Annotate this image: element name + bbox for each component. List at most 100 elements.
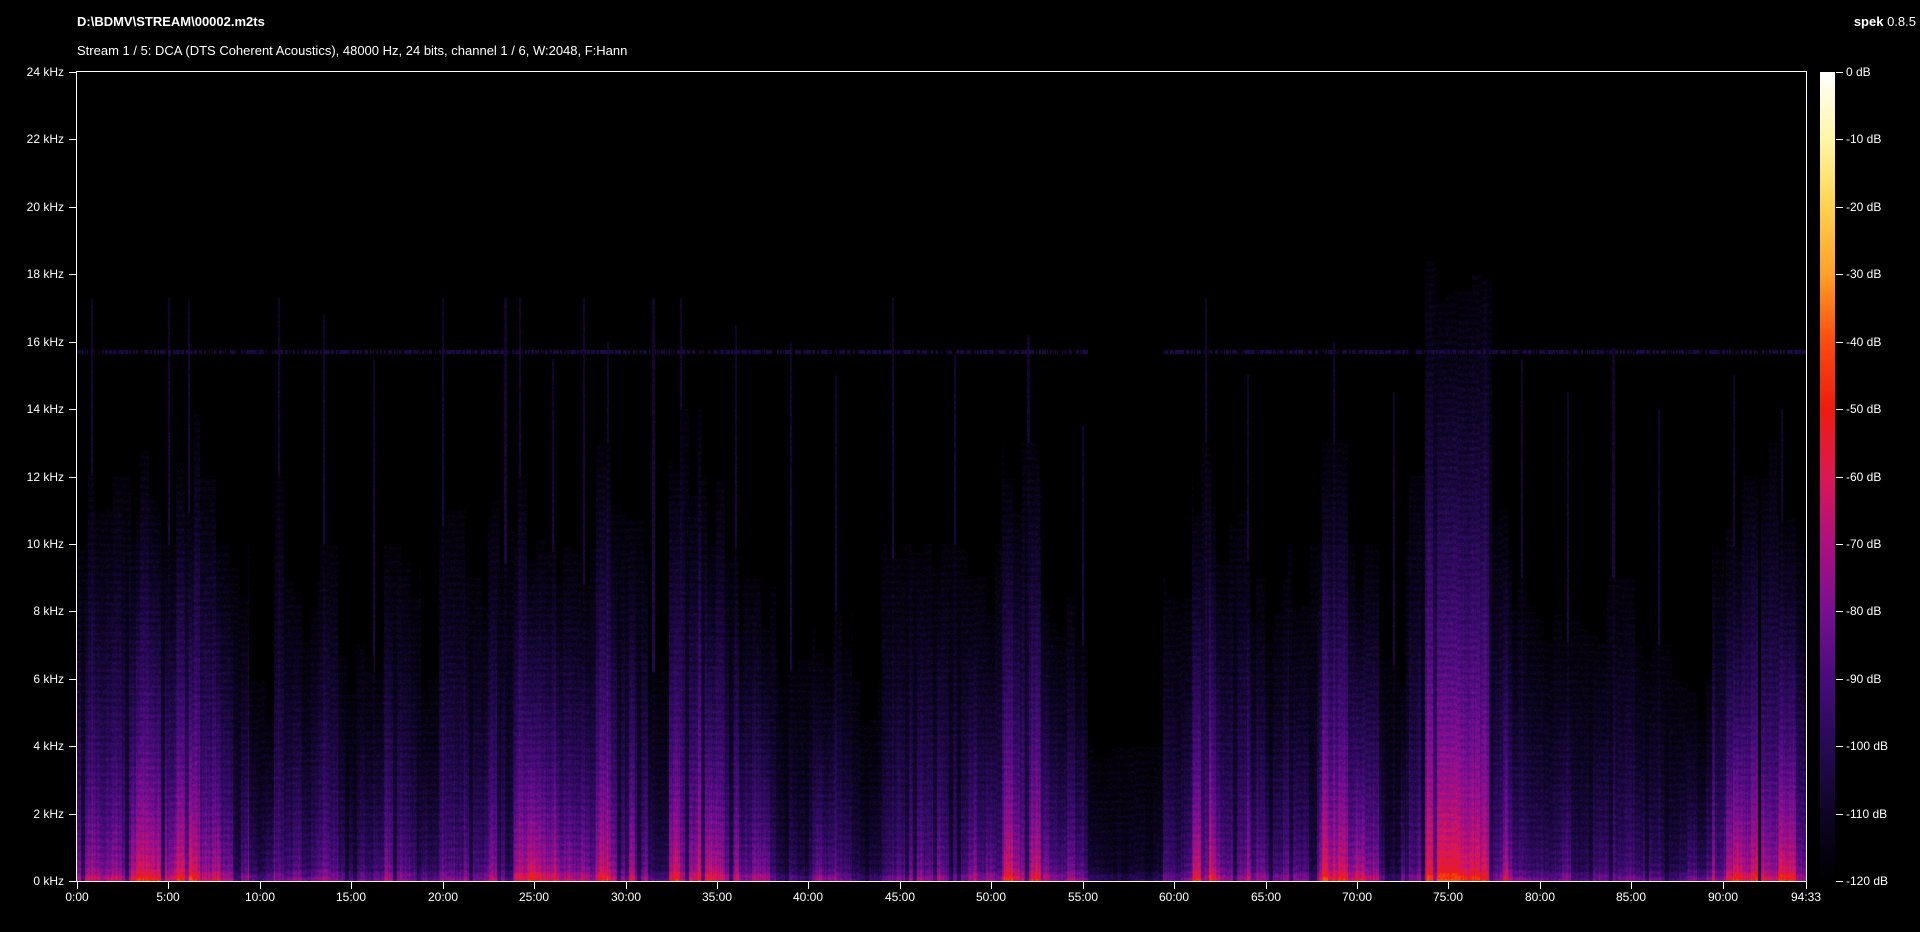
app-brand: spek 0.8.5 (1854, 14, 1916, 29)
time-tick (351, 882, 352, 889)
time-tick (168, 882, 169, 889)
freq-tick (69, 274, 76, 275)
freq-tick (69, 409, 76, 410)
time-tick (1174, 882, 1175, 889)
time-tick-label: 20:00 (413, 890, 473, 904)
freq-tick-label: 0 kHz (0, 874, 64, 888)
db-tick-label: -20 dB (1846, 200, 1881, 214)
time-tick-label: 0:00 (47, 890, 107, 904)
db-tick (1836, 207, 1843, 208)
db-tick (1836, 274, 1843, 275)
time-tick-label: 70:00 (1327, 890, 1387, 904)
db-tick-label: -80 dB (1846, 604, 1881, 618)
colorbar-legend (1820, 72, 1835, 881)
time-tick-label: 55:00 (1053, 890, 1113, 904)
db-tick (1836, 611, 1843, 612)
freq-tick (69, 139, 76, 140)
db-tick (1836, 342, 1843, 343)
time-tick (1806, 882, 1807, 889)
time-tick-label: 10:00 (230, 890, 290, 904)
db-tick-label: -10 dB (1846, 132, 1881, 146)
time-tick (808, 882, 809, 889)
time-tick (626, 882, 627, 889)
time-tick-label: 30:00 (596, 890, 656, 904)
time-tick-label: 75:00 (1418, 890, 1478, 904)
db-tick-label: -60 dB (1846, 470, 1881, 484)
db-tick (1836, 139, 1843, 140)
time-tick-label: 94:33 (1776, 890, 1836, 904)
freq-tick (69, 72, 76, 73)
db-tick-label: -90 dB (1846, 672, 1881, 686)
time-tick-label: 65:00 (1236, 890, 1296, 904)
time-tick-label: 90:00 (1693, 890, 1753, 904)
db-tick (1836, 409, 1843, 410)
freq-tick-label: 8 kHz (0, 604, 64, 618)
freq-tick-label: 22 kHz (0, 132, 64, 146)
app-name: spek (1854, 14, 1884, 29)
time-tick (717, 882, 718, 889)
freq-tick-label: 24 kHz (0, 65, 64, 79)
db-tick-label: -50 dB (1846, 402, 1881, 416)
db-tick (1836, 746, 1843, 747)
db-tick-label: -30 dB (1846, 267, 1881, 281)
freq-tick (69, 881, 76, 882)
spek-window: D:\BDMV\STREAM\00002.m2ts Stream 1 / 5: … (0, 0, 1920, 932)
time-tick (1083, 882, 1084, 889)
time-tick (1631, 882, 1632, 889)
spectrogram-plot (76, 71, 1807, 882)
db-tick-label: 0 dB (1846, 65, 1871, 79)
db-tick (1836, 477, 1843, 478)
db-tick-label: -120 dB (1846, 874, 1888, 888)
db-tick-label: -100 dB (1846, 739, 1888, 753)
time-tick-label: 85:00 (1601, 890, 1661, 904)
time-tick (1357, 882, 1358, 889)
freq-tick-label: 12 kHz (0, 470, 64, 484)
freq-tick-label: 16 kHz (0, 335, 64, 349)
time-tick-label: 50:00 (961, 890, 1021, 904)
app-version: 0.8.5 (1887, 14, 1916, 29)
freq-tick-label: 18 kHz (0, 267, 64, 281)
freq-tick (69, 544, 76, 545)
time-tick (443, 882, 444, 889)
time-tick (77, 882, 78, 889)
stream-info: Stream 1 / 5: DCA (DTS Coherent Acoustic… (77, 43, 627, 58)
time-tick-label: 15:00 (321, 890, 381, 904)
time-tick (900, 882, 901, 889)
freq-tick (69, 342, 76, 343)
freq-tick-label: 4 kHz (0, 739, 64, 753)
spectrogram-canvas (77, 72, 1806, 881)
freq-tick (69, 207, 76, 208)
time-tick-label: 5:00 (138, 890, 198, 904)
colorbar-canvas (1820, 72, 1835, 881)
time-tick-label: 40:00 (778, 890, 838, 904)
db-tick-label: -70 dB (1846, 537, 1881, 551)
freq-tick-label: 10 kHz (0, 537, 64, 551)
freq-tick-label: 20 kHz (0, 200, 64, 214)
freq-tick (69, 679, 76, 680)
time-tick-label: 45:00 (870, 890, 930, 904)
time-tick-label: 25:00 (504, 890, 564, 904)
time-tick (991, 882, 992, 889)
freq-tick-label: 2 kHz (0, 807, 64, 821)
time-tick-label: 35:00 (687, 890, 747, 904)
db-tick-label: -110 dB (1846, 807, 1887, 821)
freq-tick (69, 746, 76, 747)
file-path-title: D:\BDMV\STREAM\00002.m2ts (77, 14, 265, 29)
time-tick-label: 60:00 (1144, 890, 1204, 904)
freq-tick-label: 6 kHz (0, 672, 64, 686)
db-tick (1836, 544, 1843, 545)
time-tick (1448, 882, 1449, 889)
db-tick-label: -40 dB (1846, 335, 1881, 349)
time-tick (1540, 882, 1541, 889)
freq-tick (69, 814, 76, 815)
freq-tick (69, 611, 76, 612)
time-tick (534, 882, 535, 889)
time-tick (260, 882, 261, 889)
db-tick (1836, 72, 1843, 73)
freq-tick-label: 14 kHz (0, 402, 64, 416)
time-tick (1723, 882, 1724, 889)
time-tick-label: 80:00 (1510, 890, 1570, 904)
time-tick (1266, 882, 1267, 889)
db-tick (1836, 679, 1843, 680)
db-tick (1836, 881, 1843, 882)
